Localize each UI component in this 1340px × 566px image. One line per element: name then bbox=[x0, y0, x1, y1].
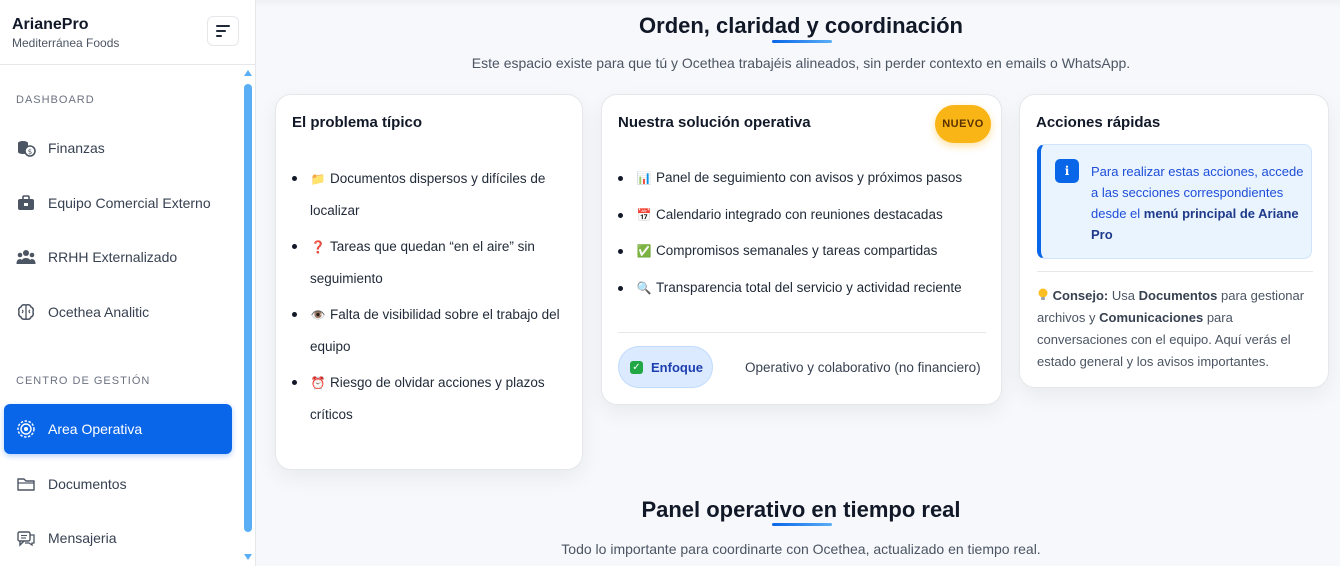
list-item: 🔍 Transparencia total del servicio y acti… bbox=[618, 278, 988, 298]
brand-subtitle: Mediterránea Foods bbox=[12, 36, 120, 50]
sidebar-item-label: Documentos bbox=[48, 476, 127, 492]
check-emoji-icon: ✅ bbox=[636, 244, 652, 258]
tip-text: Consejo: Usa Documentos para gestionar a… bbox=[1037, 288, 1305, 369]
section-subtitle: Este espacio existe para que tú y Ocethe… bbox=[471, 55, 1131, 71]
chart-emoji-icon: 📊 bbox=[636, 171, 652, 185]
list-item: ❓ Tareas que quedan “en el aire” sin segu… bbox=[292, 231, 572, 294]
calendar-emoji-icon: 📅 bbox=[636, 207, 652, 222]
scroll-down-arrow-icon[interactable] bbox=[243, 554, 253, 564]
solution-card: Nuestra solución operativa NUEVO 📊 Panel … bbox=[601, 94, 1002, 405]
sidebar-item-finanzas[interactable]: $ Finanzas bbox=[4, 123, 232, 173]
menu-toggle-button[interactable] bbox=[207, 16, 239, 46]
focus-label: Enfoque bbox=[651, 359, 703, 375]
brand-title: ArianePro bbox=[12, 16, 89, 33]
scroll-up-arrow-icon[interactable] bbox=[243, 70, 253, 80]
divider bbox=[0, 64, 255, 65]
magnifier-emoji-icon: 🔍 bbox=[636, 280, 652, 295]
list-item: ⏰ Riesgo de olvidar acciones y plazos crí… bbox=[292, 367, 572, 430]
divider bbox=[618, 332, 986, 333]
title-underline bbox=[772, 40, 832, 43]
card-title: Nuestra solución operativa bbox=[618, 114, 811, 131]
info-box: i Para realizar estas acciones, accede a… bbox=[1037, 144, 1312, 259]
quick-actions-card: Acciones rápidas i Para realizar estas a… bbox=[1019, 94, 1329, 388]
section-title-panel: Panel operativo en tiempo real bbox=[641, 497, 961, 522]
alarm-emoji-icon: ⏰ bbox=[310, 376, 326, 390]
focus-description: Operativo y colaborativo (no financiero) bbox=[745, 360, 981, 375]
folder-emoji-icon: 📁 bbox=[310, 172, 326, 186]
card-title: Acciones rápidas bbox=[1036, 114, 1161, 131]
question-emoji-icon: ❓ bbox=[310, 240, 326, 254]
list-item: 📅 Calendario integrado con reuniones dest… bbox=[618, 205, 988, 225]
section-subtitle-panel: Todo lo importante para coordinarte con … bbox=[561, 541, 1041, 557]
solution-list: 📊 Panel de seguimiento con avisos y próxi… bbox=[618, 168, 988, 314]
sidebar-scrollbar[interactable] bbox=[243, 70, 253, 566]
lightbulb-icon bbox=[1038, 288, 1048, 300]
chat-icon bbox=[16, 528, 36, 548]
sidebar-item-equipo-comercial[interactable]: Equipo Comercial Externo bbox=[4, 178, 232, 228]
top-shadow bbox=[256, 0, 1340, 8]
section-label-dashboard: DASHBOARD bbox=[16, 94, 95, 106]
users-icon bbox=[16, 247, 36, 267]
eye-emoji-icon: 👁️ bbox=[310, 308, 326, 322]
brain-icon bbox=[16, 302, 36, 322]
sidebar-item-label: Finanzas bbox=[48, 140, 105, 156]
sidebar-item-label: Mensajeria bbox=[48, 530, 117, 546]
brand[interactable]: ArianePro Mediterránea Foods bbox=[12, 16, 119, 50]
sidebar-item-rrhh[interactable]: RRHH Externalizado bbox=[4, 232, 232, 282]
new-badge: NUEVO bbox=[935, 105, 991, 143]
sidebar-item-label: Equipo Comercial Externo bbox=[48, 195, 211, 211]
list-item: 📁 Documentos dispersos y difíciles de loc… bbox=[292, 163, 572, 226]
problem-card: El problema típico 📁 Documentos dispersos… bbox=[275, 94, 583, 470]
section-title: Orden, claridad y coordinación bbox=[639, 13, 963, 38]
briefcase-icon bbox=[16, 193, 36, 213]
sidebar-item-ocethea-analitic[interactable]: Ocethea Analitic bbox=[4, 287, 232, 337]
info-icon: i bbox=[1055, 159, 1079, 183]
cog-icon bbox=[16, 419, 36, 439]
menu-lines-icon bbox=[216, 25, 230, 37]
check-icon: ✓ bbox=[630, 360, 643, 374]
scrollbar-thumb[interactable] bbox=[244, 84, 252, 532]
main-content: Orden, claridad y coordinación Este espa… bbox=[256, 0, 1340, 566]
svg-text:$: $ bbox=[28, 148, 32, 156]
sidebar-item-label: Ocethea Analitic bbox=[48, 304, 150, 320]
sidebar: ArianePro Mediterránea Foods DASHBOARD $… bbox=[0, 0, 256, 566]
section-label-gestion: CENTRO DE GESTIÓN bbox=[16, 375, 151, 387]
title-underline bbox=[772, 523, 832, 526]
divider bbox=[1037, 271, 1313, 272]
list-item: 📊 Panel de seguimiento con avisos y próxi… bbox=[618, 168, 988, 188]
card-title: El problema típico bbox=[292, 114, 423, 131]
list-item: 👁️ Falta de visibilidad sobre el trabajo … bbox=[292, 299, 572, 362]
sidebar-item-documentos[interactable]: Documentos bbox=[4, 459, 232, 509]
sidebar-item-label: Area Operativa bbox=[48, 421, 143, 437]
folder-icon bbox=[16, 474, 36, 494]
focus-pill: ✓ Enfoque bbox=[618, 346, 713, 388]
sidebar-item-mensajeria[interactable]: Mensajeria bbox=[4, 513, 232, 563]
info-text: Para realizar estas acciones, accede a l… bbox=[1091, 164, 1304, 242]
sidebar-item-area-operativa[interactable]: Area Operativa bbox=[4, 404, 232, 454]
list-item: ✅ Compromisos semanales y tareas comparti… bbox=[618, 241, 988, 261]
problem-list: 📁 Documentos dispersos y difíciles de loc… bbox=[292, 163, 572, 435]
sidebar-item-label: RRHH Externalizado bbox=[48, 249, 178, 265]
coins-icon: $ bbox=[16, 138, 36, 158]
